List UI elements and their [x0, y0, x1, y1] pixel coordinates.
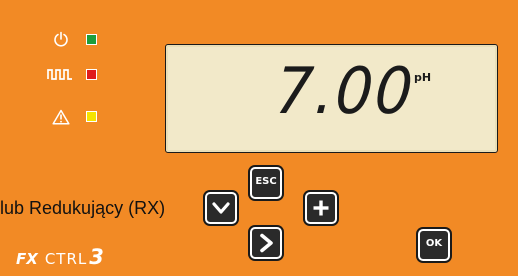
power-led: [86, 34, 97, 45]
down-button[interactable]: [205, 192, 237, 224]
pulse-icon: [47, 66, 73, 82]
warning-led: [86, 111, 97, 122]
power-icon: [50, 31, 72, 47]
esc-label: ESC: [255, 176, 277, 187]
measured-value: 7.00: [273, 55, 417, 129]
controller-panel: 7.00 pH ESC OK lub Redukujący (RX) FX CTR…: [0, 0, 518, 276]
plus-button[interactable]: [305, 192, 337, 224]
ok-button[interactable]: OK: [418, 229, 450, 261]
ok-label: OK: [425, 238, 443, 249]
warning-icon: [50, 109, 72, 125]
lcd-display: 7.00 pH: [165, 44, 498, 153]
brand-prefix: FX: [16, 250, 38, 268]
caption-text: lub Redukujący (RX): [0, 198, 166, 218]
brand-version: 3: [89, 245, 104, 269]
brand-name: CTRL: [44, 250, 88, 268]
chevron-right-icon: [260, 233, 273, 253]
esc-button[interactable]: ESC: [250, 167, 282, 199]
pulse-led: [86, 69, 97, 80]
plus-icon: [313, 200, 329, 216]
unit-label: pH: [414, 71, 432, 84]
brand-logo: FX CTRL3: [16, 247, 104, 268]
right-button[interactable]: [250, 227, 282, 259]
down-arrow-icon: [212, 202, 230, 214]
